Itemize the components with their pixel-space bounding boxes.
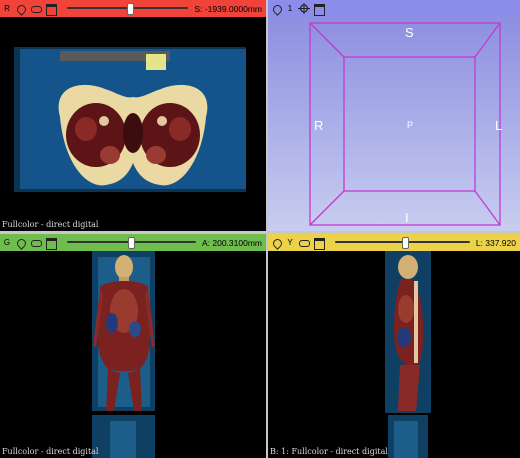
green-view-label: G (3, 238, 11, 247)
axial-slice-image (14, 47, 246, 192)
red-slice-controller: R S: -1939.0000mm (0, 0, 266, 17)
slider-handle[interactable] (402, 237, 410, 249)
view-controller-icon[interactable] (45, 3, 57, 16)
yellow-slice-controller: Y L: 337.920 (268, 234, 520, 251)
view-controller-icon[interactable] (313, 3, 325, 16)
pin-icon[interactable] (271, 3, 284, 16)
link-icon[interactable] (30, 3, 42, 14)
pin-icon[interactable] (15, 3, 28, 16)
orientation-left: L (495, 118, 503, 133)
slider-handle[interactable] (127, 3, 135, 15)
red-slice-view[interactable]: R S: -1939.0000mm Fullcolor - direct dig… (0, 0, 266, 231)
sagittal-slice-image (385, 251, 431, 458)
bounding-box-outline (309, 22, 501, 226)
pin-icon[interactable] (15, 237, 28, 250)
orientation-inferior: I (405, 210, 409, 225)
slice-viewer-layout: R S: -1939.0000mm Fullcolor - direct dig… (0, 0, 520, 458)
orientation-superior: S (405, 25, 414, 40)
threed-view[interactable]: 1 S I R L P (268, 0, 520, 231)
green-slice-controller: G A: 200.3100mm (0, 234, 266, 251)
yellow-slice-view[interactable]: Y L: 337.920 B: 1: Fullcolor - direct di… (268, 234, 520, 458)
slider-handle[interactable] (128, 237, 136, 249)
yellow-view-label: Y (287, 238, 293, 247)
green-layer-label: Fullcolor - direct digital (2, 447, 99, 456)
yellow-offset-value: L: 337.920 (475, 237, 516, 248)
view-controller-icon[interactable] (45, 237, 57, 250)
coronal-slice-image (92, 251, 155, 458)
yellow-offset-slider[interactable] (335, 237, 470, 249)
red-view-label: R (4, 4, 10, 13)
yellow-layer-label: B: 1: Fullcolor - direct digital (270, 447, 388, 456)
link-icon[interactable] (298, 237, 310, 248)
vertical-splitter[interactable] (266, 0, 268, 458)
red-layer-label: Fullcolor - direct digital (2, 220, 99, 229)
green-offset-value: A: 200.3100mm (201, 237, 262, 248)
green-offset-slider[interactable] (67, 237, 196, 249)
green-slice-view[interactable]: G A: 200.3100mm Fullcolor - direct digit… (0, 234, 266, 458)
horizontal-splitter[interactable] (0, 231, 520, 234)
orientation-right: R (314, 118, 324, 133)
pin-icon[interactable] (271, 237, 284, 250)
threed-view-count: 1 (287, 4, 293, 13)
threed-view-controller: 1 (268, 0, 520, 17)
view-controller-icon[interactable] (313, 237, 325, 250)
orientation-posterior: P (407, 120, 414, 130)
threed-render-area[interactable]: S I R L P (268, 17, 520, 231)
center-view-icon[interactable] (298, 3, 310, 14)
red-offset-slider[interactable] (67, 3, 189, 15)
red-offset-value: S: -1939.0000mm (194, 3, 262, 14)
link-icon[interactable] (30, 237, 42, 248)
